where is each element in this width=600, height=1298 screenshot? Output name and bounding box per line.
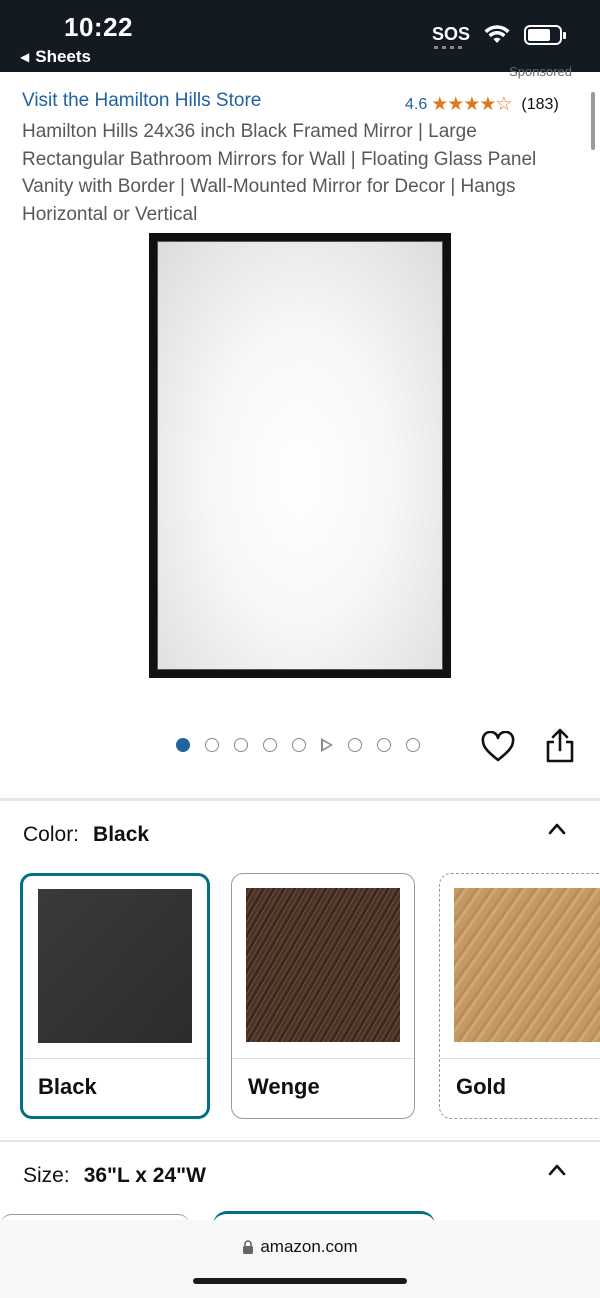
heart-icon[interactable] (481, 731, 515, 763)
store-link[interactable]: Visit the Hamilton Hills Store (22, 90, 261, 112)
share-icon[interactable] (544, 728, 576, 764)
wifi-icon (484, 24, 510, 43)
color-label: Color: (23, 823, 80, 846)
battery-icon (524, 24, 566, 45)
url-text: amazon.com (260, 1237, 358, 1256)
sos-indicator: SOS (432, 24, 470, 49)
back-to-app-link[interactable]: ◀ Sheets (20, 47, 91, 67)
color-option-gold[interactable]: Gold (439, 873, 600, 1119)
carousel-dot[interactable] (263, 738, 277, 752)
carousel-dot[interactable] (234, 738, 248, 752)
browser-url-bar[interactable]: amazon.com (0, 1220, 600, 1298)
mirror-glass (157, 241, 443, 670)
chevron-up-icon[interactable] (548, 1161, 566, 1179)
sponsored-label: Sponsored (509, 64, 572, 79)
product-title: Hamilton Hills 24x36 inch Black Framed M… (22, 121, 537, 225)
carousel-dot[interactable] (377, 738, 391, 752)
carousel-dot[interactable] (292, 738, 306, 752)
status-bar: 10:22 ◀ Sheets SOS (0, 0, 600, 72)
swatch-label: Black (38, 1074, 97, 1099)
swatch-image (454, 888, 600, 1042)
status-time: 10:22 (64, 12, 133, 42)
star-rating-icon: ★★★★☆ (431, 94, 512, 115)
swatch-label: Wenge (248, 1074, 320, 1099)
carousel-dot[interactable] (406, 738, 420, 752)
size-selected-value: 36"L x 24"W (83, 1164, 206, 1187)
carousel-dot[interactable] (348, 738, 362, 752)
carousel-dot[interactable] (205, 738, 219, 752)
color-option-wenge[interactable]: Wenge (231, 873, 415, 1119)
lock-icon (243, 1240, 254, 1254)
size-section-header: Size: 36"L x 24"W (23, 1164, 206, 1188)
rating-summary[interactable]: 4.6 ★★★★☆ (183) (405, 93, 559, 116)
swatch-label: Gold (456, 1074, 507, 1099)
color-selected-value: Black (93, 823, 150, 846)
carousel-dot[interactable] (176, 738, 190, 752)
swatch-image (38, 889, 192, 1043)
product-image[interactable] (149, 233, 451, 678)
image-carousel-dots[interactable] (176, 738, 420, 752)
status-indicators: SOS (432, 24, 566, 49)
section-divider (0, 1140, 600, 1142)
swatch-image (246, 888, 400, 1042)
home-indicator[interactable] (193, 1278, 407, 1284)
rating-score: 4.6 (405, 95, 428, 113)
scrollbar-thumb[interactable] (591, 92, 595, 150)
color-section-header: Color: Black (23, 823, 149, 847)
video-play-icon[interactable] (321, 738, 333, 752)
rating-count: (183) (521, 95, 559, 113)
chevron-up-icon[interactable] (548, 820, 566, 838)
back-app-label: Sheets (35, 47, 91, 66)
section-divider (0, 798, 600, 801)
color-option-black[interactable]: Black (20, 873, 210, 1119)
size-label: Size: (23, 1164, 70, 1187)
back-arrow-icon: ◀ (20, 50, 30, 64)
